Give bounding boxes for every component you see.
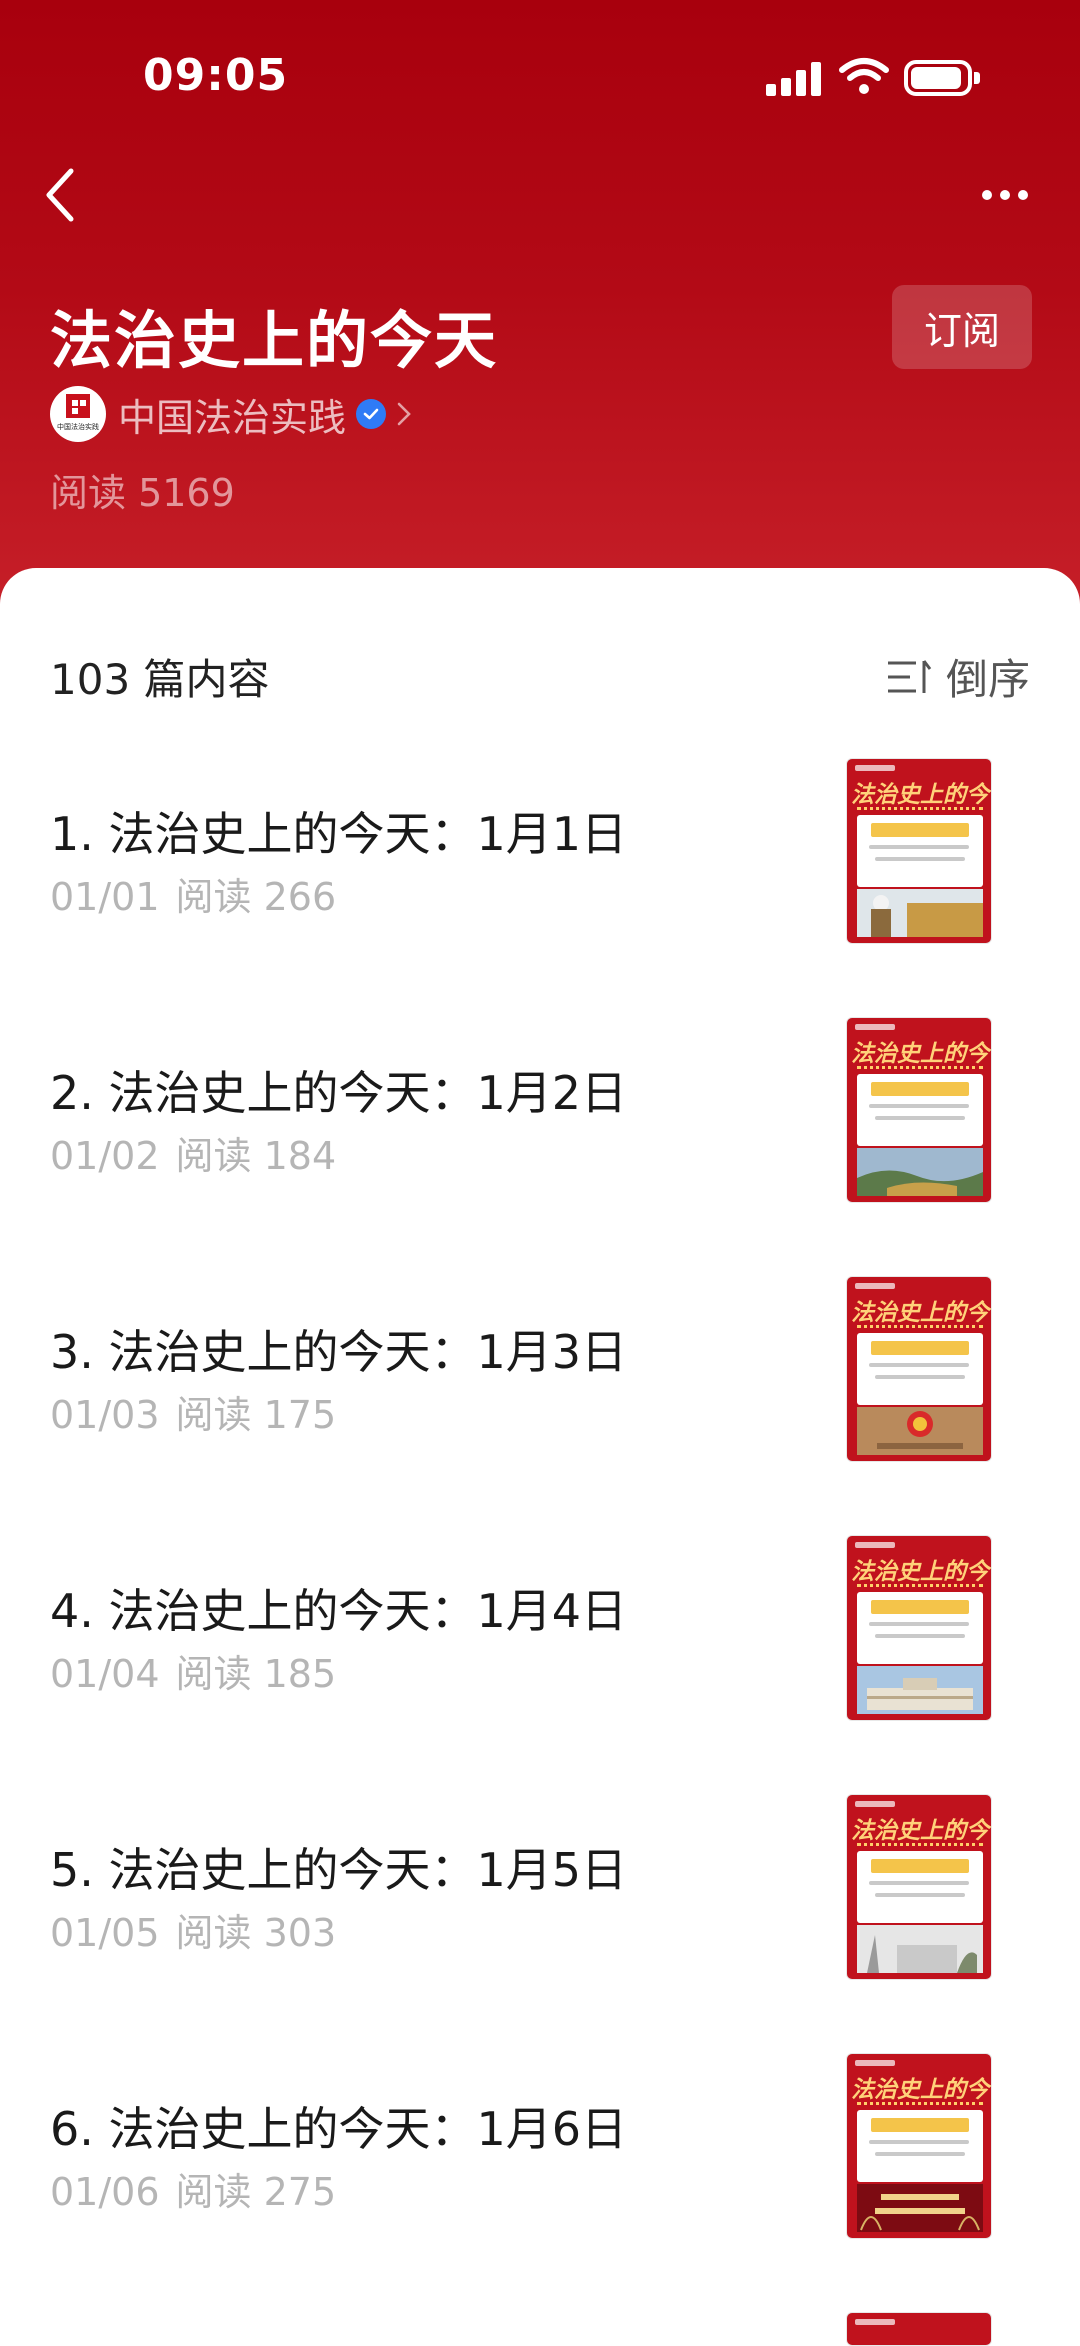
article-title: 5. 法治史上的今天：1月5日 — [50, 1843, 628, 1897]
article-date: 01/02 — [50, 1134, 160, 1178]
article-meta: 01/03 阅读 175 — [50, 1384, 336, 1439]
article-count: 103 篇内容 — [50, 655, 270, 704]
article-meta: 01/04 阅读 185 — [50, 1643, 336, 1698]
article-meta: 01/01 阅读 266 — [50, 866, 336, 921]
article-thumbnail: 法治史上的今天 — [846, 758, 992, 944]
list-item[interactable]: 2. 法治史上的今天：1月2日 01/02 阅读 184 法治史上的今天 — [50, 1017, 1030, 1207]
article-meta: 01/02 阅读 184 — [50, 1125, 336, 1180]
sort-order-button[interactable]: 倒序 — [886, 646, 1030, 707]
back-button[interactable] — [30, 160, 90, 230]
article-thumbnail: 法治史上的今天 — [846, 2053, 992, 2239]
article-title: 2. 法治史上的今天：1月2日 — [50, 1066, 628, 1120]
list-item[interactable]: 4. 法治史上的今天：1月4日 01/04 阅读 185 法治史上的今天 — [50, 1535, 1030, 1725]
subscribe-button[interactable]: 订阅 — [892, 285, 1032, 369]
list-header: 103 篇内容 倒序 — [50, 646, 1030, 706]
article-title: 1. 法治史上的今天：1月1日 — [50, 807, 628, 861]
article-meta: 01/05 阅读 303 — [50, 1902, 336, 1957]
article-date: 01/05 — [50, 1911, 160, 1955]
cellular-signal-icon — [766, 62, 822, 96]
list-item[interactable]: 5. 法治史上的今天：1月5日 01/05 阅读 303 法治史上的今天 — [50, 1794, 1030, 1984]
screen: 09:05 法治史上的今天 订阅 中国法治实践 中国法治实践 阅读 5169 1… — [0, 0, 1080, 2346]
article-thumbnail: 法治史上的今天 — [846, 1017, 992, 1203]
verified-icon — [356, 399, 387, 429]
status-time: 09:05 — [143, 50, 289, 101]
article-reads: 阅读 266 — [175, 875, 337, 919]
sort-label: 倒序 — [945, 655, 1030, 704]
article-title: 3. 法治史上的今天：1月3日 — [50, 1325, 628, 1379]
article-reads: 阅读 175 — [175, 1393, 337, 1437]
article-reads: 阅读 184 — [175, 1134, 337, 1178]
article-reads: 阅读 185 — [175, 1652, 337, 1696]
article-list-panel: 103 篇内容 倒序 1. 法治史上的今天：1月1日 01/01 阅读 266 法… — [0, 568, 1080, 2346]
collection-read-count: 阅读 5169 — [50, 471, 235, 515]
page-title: 法治史上的今天 — [50, 304, 499, 377]
article-date: 01/04 — [50, 1652, 160, 1696]
collection-header: 09:05 法治史上的今天 订阅 中国法治实践 中国法治实践 阅读 5169 — [0, 0, 1080, 640]
author-link[interactable]: 中国法治实践 中国法治实践 — [50, 384, 412, 444]
logo-icon — [66, 394, 90, 418]
article-title: 4. 法治史上的今天：1月4日 — [50, 1584, 628, 1638]
article-date: 01/01 — [50, 875, 160, 919]
author-name: 中国法治实践 — [118, 395, 347, 440]
article-date: 01/03 — [50, 1393, 160, 1437]
article-thumbnail — [846, 2312, 992, 2346]
article-date: 01/06 — [50, 2170, 160, 2214]
chevron-left-icon — [46, 168, 74, 222]
list-item[interactable]: 1. 法治史上的今天：1月1日 01/01 阅读 266 法治史上的今天 — [50, 758, 1030, 948]
status-bar: 09:05 — [0, 0, 1080, 150]
list-item[interactable]: 6. 法治史上的今天：1月6日 01/06 阅读 275 法治史上的今天 — [50, 2053, 1030, 2243]
more-options-button[interactable] — [970, 170, 1040, 220]
author-avatar: 中国法治实践 — [50, 386, 106, 442]
chevron-right-icon — [397, 402, 411, 426]
more-dots-icon — [982, 190, 992, 200]
article-thumbnail: 法治史上的今天 — [846, 1794, 992, 1980]
sort-icon — [887, 659, 932, 693]
wifi-icon — [839, 58, 889, 94]
article-reads: 阅读 275 — [175, 2170, 337, 2214]
article-thumbnail: 法治史上的今天 — [846, 1535, 992, 1721]
article-thumbnail: 法治史上的今天 — [846, 1276, 992, 1462]
battery-icon — [904, 60, 980, 96]
article-reads: 阅读 303 — [175, 1911, 337, 1955]
article-title: 6. 法治史上的今天：1月6日 — [50, 2102, 628, 2156]
article-meta: 01/06 阅读 275 — [50, 2161, 336, 2216]
list-item[interactable]: 3. 法治史上的今天：1月3日 01/03 阅读 175 法治史上的今天 — [50, 1276, 1030, 1466]
